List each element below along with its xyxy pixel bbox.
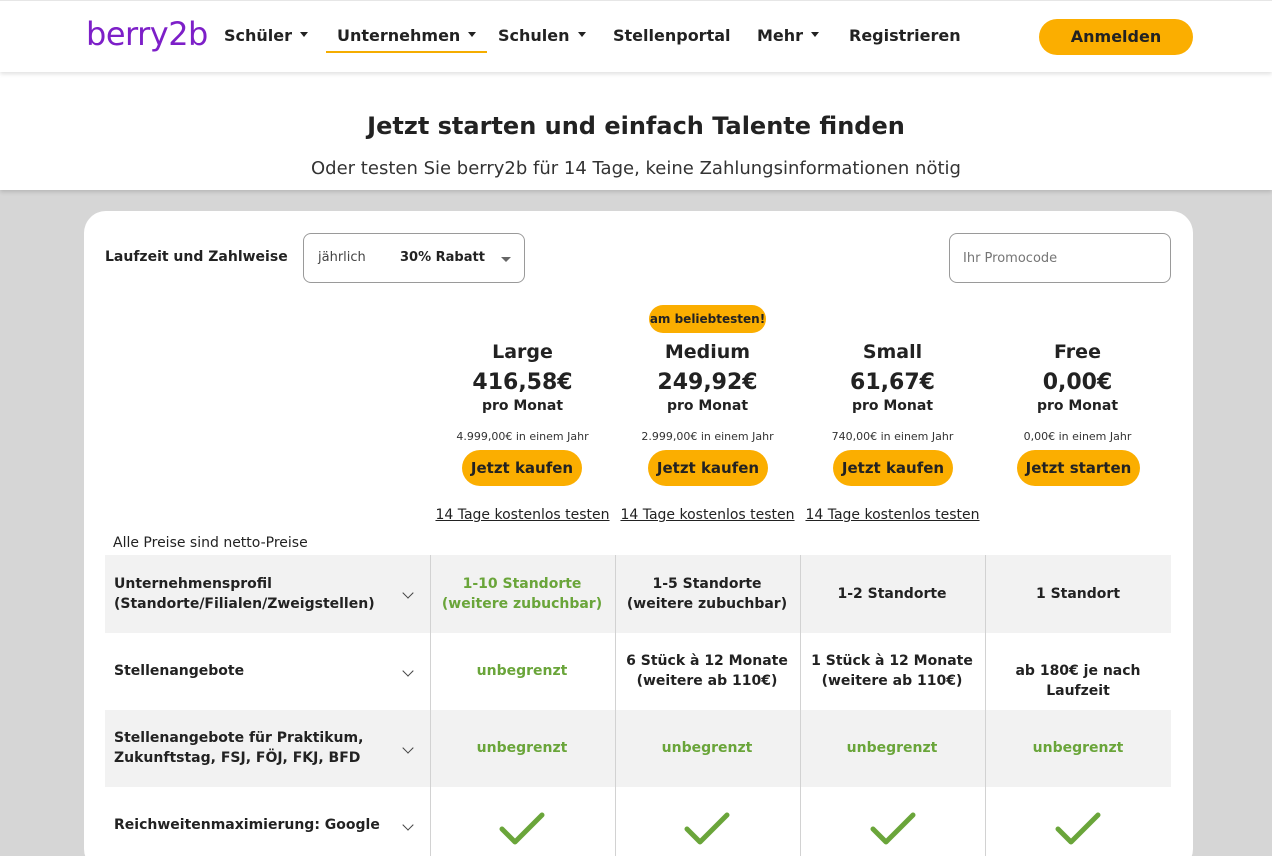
column-divider: [430, 555, 431, 856]
start-button[interactable]: Jetzt starten: [1017, 450, 1140, 486]
buy-button[interactable]: Jetzt kaufen: [462, 450, 582, 486]
logo[interactable]: berry2b: [86, 15, 208, 53]
column-divider: [615, 555, 616, 856]
caret-down-icon: [577, 32, 586, 37]
hero-section: Jetzt starten und einfach Talente finden…: [0, 72, 1272, 190]
plan-name: Small: [862, 341, 923, 363]
feature-cell: 1-5 Standorte (weitere zubuchbar): [626, 576, 788, 612]
plan-price-period: pro Monat: [481, 398, 564, 414]
trial-link[interactable]: 14 Tage kostenlos testen: [430, 507, 615, 523]
plan-yearly-price: 0,00€ in einem Jahr: [1023, 430, 1132, 443]
plan-price: 249,92€: [657, 370, 758, 395]
netto-note: Alle Preise sind netto-Preise: [113, 535, 308, 551]
nav-item-unternehmen[interactable]: Unternehmen: [325, 26, 488, 53]
feature-cell: 1-2 Standorte: [837, 586, 947, 602]
caret-down-icon: [501, 257, 511, 262]
caret-down-icon: [300, 32, 309, 37]
feature-cell: unbegrenzt: [1032, 740, 1124, 756]
nav-item-stellenportal[interactable]: Stellenportal: [613, 26, 731, 45]
column-divider: [985, 555, 986, 856]
nav-item-registrieren[interactable]: Registrieren: [849, 26, 961, 45]
nav-item-mehr[interactable]: Mehr: [757, 26, 820, 45]
feature-cell: 1-10 Standorte (weitere zubuchbar): [441, 576, 603, 612]
plan-price: 61,67€: [850, 370, 935, 395]
promocode-input[interactable]: [949, 233, 1171, 283]
chevron-down-icon[interactable]: [402, 665, 414, 677]
feature-cell: unbegrenzt: [661, 740, 753, 756]
nav-item-schueler[interactable]: Schüler: [224, 26, 309, 45]
plan-name: Free: [1054, 341, 1101, 363]
feature-cell: unbegrenzt: [476, 740, 568, 756]
check-icon: [870, 812, 916, 845]
feature-row-praktikum[interactable]: Stellenangebote für Praktikum, Zukunftst…: [105, 710, 1171, 787]
nav-item-schulen[interactable]: Schulen: [498, 26, 586, 45]
plan-yearly-price: 4.999,00€ in einem Jahr: [456, 430, 589, 443]
top-navbar: berry2b Schüler Unternehmen Schulen Stel…: [0, 0, 1272, 72]
feature-cell: 6 Stück à 12 Monate (weitere ab 110€): [626, 653, 788, 689]
plan-yearly-price: 740,00€ in einem Jahr: [831, 430, 954, 443]
term-value: jährlich: [318, 250, 366, 265]
chevron-down-icon[interactable]: [402, 819, 414, 831]
buy-button[interactable]: Jetzt kaufen: [833, 450, 953, 486]
term-label: Laufzeit und Zahlweise: [105, 249, 288, 265]
caret-down-icon: [468, 32, 477, 37]
feature-cell: ab 180€ je nach Laufzeit: [1015, 663, 1141, 699]
buy-button[interactable]: Jetzt kaufen: [648, 450, 768, 486]
feature-cell: 1 Standort: [1035, 586, 1121, 602]
feature-cell: unbegrenzt: [476, 663, 568, 679]
plan-price: 0,00€: [1042, 370, 1113, 395]
feature-row-unternehmensprofil[interactable]: Unternehmensprofil (Standorte/Filialen/Z…: [105, 555, 1171, 633]
term-discount: 30% Rabatt: [400, 250, 485, 265]
feature-cell: 1 Stück à 12 Monate (weitere ab 110€): [811, 653, 973, 689]
feature-label: Unternehmensprofil (Standorte/Filialen/Z…: [114, 576, 375, 612]
feature-cell: unbegrenzt: [846, 740, 938, 756]
plan-yearly-price: 2.999,00€ in einem Jahr: [641, 430, 774, 443]
plan-price-period: pro Monat: [1036, 398, 1119, 414]
trial-link[interactable]: 14 Tage kostenlos testen: [800, 507, 985, 523]
plan-name: Large: [492, 341, 553, 363]
feature-label: Reichweitenmaximierung: Google: [114, 817, 380, 833]
feature-label: Stellenangebote für Praktikum, Zukunftst…: [114, 730, 364, 766]
check-icon: [1055, 812, 1101, 845]
feature-label: Stellenangebote: [114, 663, 245, 679]
caret-down-icon: [811, 32, 820, 37]
column-divider: [800, 555, 801, 856]
plan-price-period: pro Monat: [666, 398, 749, 414]
plan-name: Medium: [664, 341, 751, 363]
check-icon: [499, 812, 545, 845]
chevron-down-icon[interactable]: [402, 587, 414, 599]
feature-row-google[interactable]: Reichweitenmaximierung: Google: [105, 787, 1171, 856]
check-icon: [684, 812, 730, 845]
page-subtitle: Oder testen Sie berry2b für 14 Tage, kei…: [311, 158, 961, 179]
feature-row-stellenangebote[interactable]: Stellenangebote unbegrenzt 6 Stück à 12 …: [105, 633, 1171, 710]
term-select[interactable]: jährlich 30% Rabatt: [303, 233, 525, 283]
page-title: Jetzt starten und einfach Talente finden: [367, 112, 905, 140]
chevron-down-icon[interactable]: [402, 742, 414, 754]
plan-price-period: pro Monat: [851, 398, 934, 414]
plan-price: 416,58€: [472, 370, 573, 395]
trial-link[interactable]: 14 Tage kostenlos testen: [615, 507, 800, 523]
login-button[interactable]: Anmelden: [1039, 19, 1193, 55]
most-popular-badge: am beliebtesten!: [649, 305, 766, 333]
